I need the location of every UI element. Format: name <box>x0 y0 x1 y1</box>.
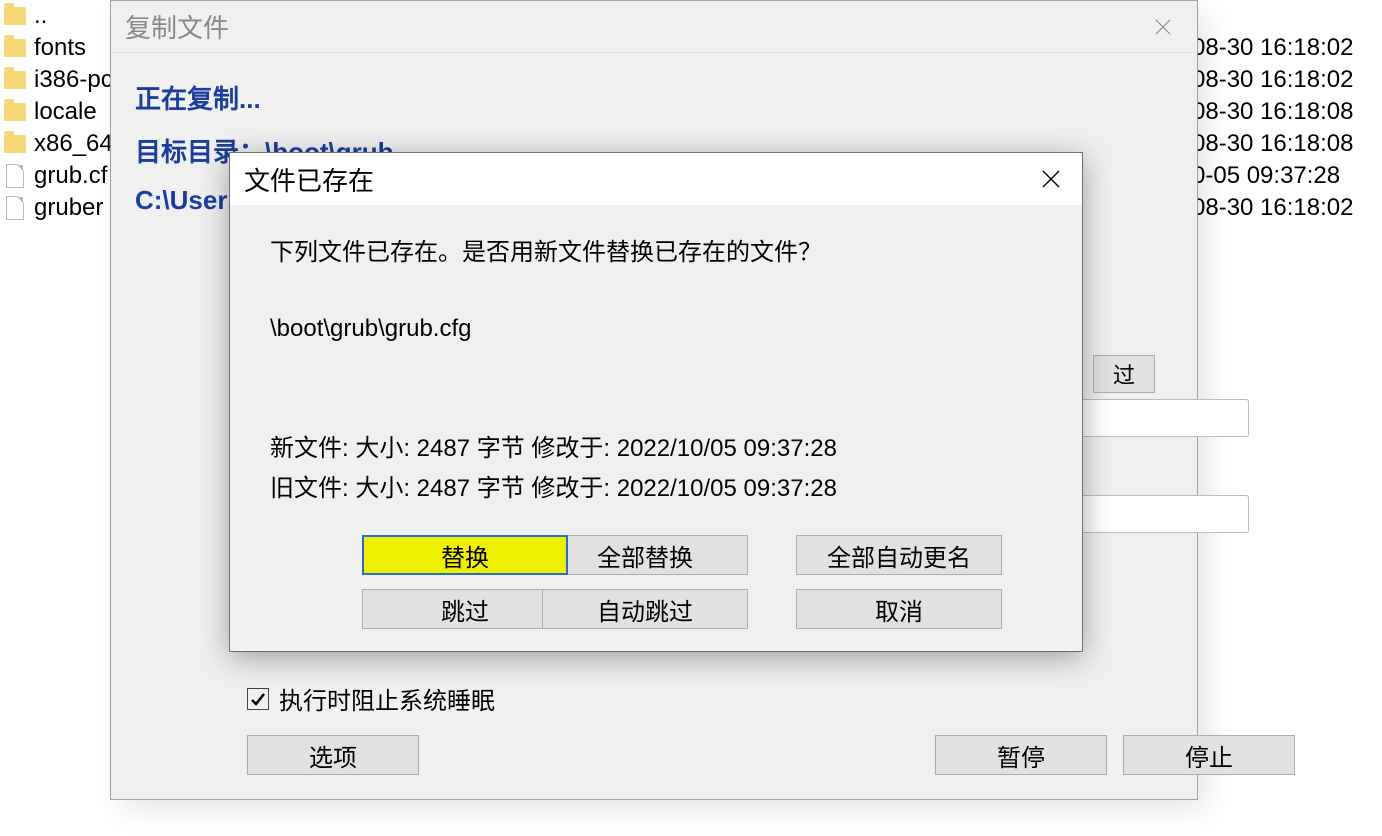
close-button[interactable] <box>1139 7 1187 47</box>
close-button[interactable] <box>1026 159 1076 199</box>
file-date: 08-30 16:18:08 <box>1192 128 1353 160</box>
copy-status: 正在复制... <box>135 79 1173 116</box>
list-item[interactable]: x86_64 <box>0 128 114 160</box>
dialog-titlebar[interactable]: 复制文件 <box>111 1 1197 53</box>
file-icon <box>0 193 30 223</box>
file-name: grub.cf <box>34 160 114 192</box>
file-name: locale <box>34 96 114 128</box>
file-name: x86_64 <box>34 128 114 160</box>
pause-button[interactable]: 暂停 <box>935 735 1107 775</box>
dialog-body: 下列文件已存在。是否用新文件替换已存在的文件？ \boot\grub\grub.… <box>230 205 1082 537</box>
conflict-question: 下列文件已存在。是否用新文件替换已存在的文件？ <box>270 233 1042 273</box>
dialog-titlebar[interactable]: 文件已存在 <box>230 153 1082 205</box>
new-file-info: 新文件: 大小: 2487 字节 修改于: 2022/10/05 09:37:2… <box>270 429 1042 469</box>
prevent-sleep-checkbox[interactable]: 执行时阻止系统睡眠 <box>247 681 495 716</box>
file-date: 08-30 16:18:02 <box>1192 64 1353 96</box>
list-item[interactable]: grub.cf <box>0 160 114 192</box>
skip-button[interactable]: 过 <box>1093 355 1155 393</box>
file-exists-dialog: 文件已存在 下列文件已存在。是否用新文件替换已存在的文件？ \boot\grub… <box>229 152 1083 652</box>
list-item[interactable]: fonts <box>0 32 114 64</box>
old-file-info: 旧文件: 大小: 2487 字节 修改于: 2022/10/05 09:37:2… <box>270 469 1042 509</box>
auto-skip-button[interactable]: 自动跳过 <box>542 589 748 629</box>
file-name: gruber <box>34 192 114 224</box>
stop-button[interactable]: 停止 <box>1123 735 1295 775</box>
dialog-title: 复制文件 <box>125 8 229 45</box>
file-dates: 08-30 16:18:02 08-30 16:18:02 08-30 16:1… <box>1192 32 1353 224</box>
file-icon <box>0 161 30 191</box>
options-button[interactable]: 选项 <box>247 735 419 775</box>
list-item[interactable]: i386-pc <box>0 64 114 96</box>
file-list: .. fonts i386-pc locale x86_64 grub.cf g… <box>0 0 114 224</box>
file-name: .. <box>34 0 114 32</box>
folder-icon <box>0 65 30 95</box>
dialog-title: 文件已存在 <box>244 161 374 198</box>
list-item[interactable]: .. <box>0 0 114 32</box>
skip-button[interactable]: 跳过 <box>362 589 568 629</box>
file-name: i386-pc <box>34 64 114 96</box>
replace-button[interactable]: 替换 <box>362 535 568 575</box>
close-icon <box>1154 18 1172 36</box>
folder-icon <box>0 33 30 63</box>
folder-icon <box>0 129 30 159</box>
file-name: fonts <box>34 32 114 64</box>
folder-icon <box>0 1 30 31</box>
conflict-path: \boot\grub\grub.cfg <box>270 309 1042 349</box>
file-date: 08-30 16:18:08 <box>1192 96 1353 128</box>
file-info: 新文件: 大小: 2487 字节 修改于: 2022/10/05 09:37:2… <box>270 429 1042 509</box>
close-icon <box>1041 169 1061 189</box>
list-item[interactable]: locale <box>0 96 114 128</box>
checkbox-label: 执行时阻止系统睡眠 <box>279 681 495 716</box>
folder-icon <box>0 97 30 127</box>
checkbox-icon <box>247 688 269 710</box>
list-item[interactable]: gruber <box>0 192 114 224</box>
auto-rename-all-button[interactable]: 全部自动更名 <box>796 535 1002 575</box>
button-label: 替换 <box>441 538 489 573</box>
file-date: 0-05 09:37:28 <box>1192 160 1353 192</box>
replace-all-button[interactable]: 全部替换 <box>542 535 748 575</box>
file-date: 08-30 16:18:02 <box>1192 32 1353 64</box>
conflict-buttons: 替换 全部替换 全部自动更名 跳过 自动跳过 取消 <box>230 535 1082 629</box>
file-date: 08-30 16:18:02 <box>1192 192 1353 224</box>
cancel-button[interactable]: 取消 <box>796 589 1002 629</box>
